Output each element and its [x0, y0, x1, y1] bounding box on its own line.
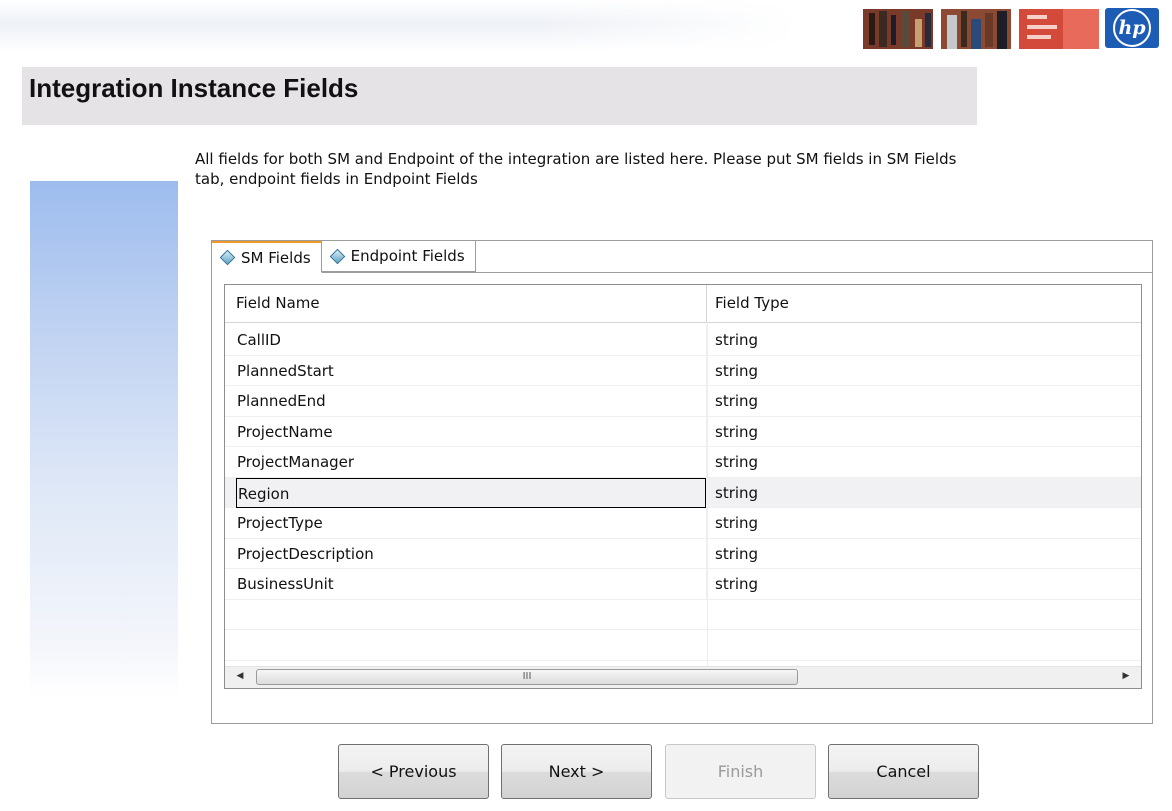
field-type-cell[interactable]: string: [707, 386, 1141, 416]
banner-photo-strip: [863, 9, 1099, 49]
field-type-cell[interactable]: string: [707, 569, 1141, 599]
finish-button[interactable]: Finish: [665, 744, 816, 799]
field-name-cell[interactable]: ProjectName: [225, 416, 707, 447]
column-header-field-type[interactable]: Field Type: [707, 285, 1141, 322]
table-row[interactable]: ProjectName string: [225, 416, 1141, 447]
field-type-cell[interactable]: string: [707, 356, 1141, 386]
tab-label: Endpoint Fields: [350, 247, 465, 265]
field-name-cell[interactable]: ProjectManager: [225, 447, 707, 477]
table-row[interactable]: ProjectManager string: [225, 447, 1141, 478]
next-button[interactable]: Next >: [501, 744, 652, 799]
field-type-cell[interactable]: string: [707, 539, 1141, 569]
description-text: All fields for both SM and Endpoint of t…: [195, 150, 957, 188]
table-row-selected[interactable]: Region string: [225, 477, 1141, 508]
tab-sm-fields[interactable]: SM Fields: [212, 241, 322, 273]
table-row[interactable]: PlannedEnd string: [225, 386, 1141, 417]
fields-table: Field Name Field Type CallID string Plan…: [224, 284, 1142, 689]
tab-bar: SM Fields Endpoint Fields: [212, 241, 476, 273]
table-row[interactable]: BusinessUnit string: [225, 569, 1141, 600]
scroll-right-arrow-icon[interactable]: ▶: [1119, 671, 1133, 681]
field-type-cell[interactable]: string: [707, 325, 1141, 355]
table-row[interactable]: ProjectType string: [225, 508, 1141, 539]
tab-endpoint-fields[interactable]: Endpoint Fields: [321, 241, 476, 272]
table-header: Field Name Field Type: [225, 285, 1141, 323]
field-name-cell[interactable]: CallID: [225, 325, 707, 355]
left-decoration-strip: [30, 181, 178, 698]
field-name-cell[interactable]: PlannedStart: [225, 355, 707, 386]
field-name-cell[interactable]: ProjectDescription: [225, 538, 707, 569]
field-name-cell[interactable]: ProjectType: [225, 508, 707, 538]
field-type-cell[interactable]: string: [707, 447, 1141, 477]
field-type-cell[interactable]: string: [707, 508, 1141, 538]
field-name-cell[interactable]: PlannedEnd: [225, 386, 707, 416]
tab-label: SM Fields: [241, 248, 311, 267]
column-header-field-name[interactable]: Field Name: [225, 285, 707, 322]
previous-button[interactable]: < Previous: [338, 744, 489, 799]
title-bar: Integration Instance Fields: [22, 67, 977, 125]
field-name-cell[interactable]: BusinessUnit: [225, 569, 707, 599]
table-row-empty: [225, 600, 1141, 630]
fields-tab-panel: SM Fields Endpoint Fields Field Name Fie…: [211, 240, 1153, 724]
diamond-icon: [219, 249, 236, 266]
table-row[interactable]: ProjectDescription string: [225, 538, 1141, 569]
cancel-button[interactable]: Cancel: [828, 744, 979, 799]
scrollbar-thumb[interactable]: III: [256, 669, 798, 685]
table-row[interactable]: CallID string: [225, 325, 1141, 356]
field-type-cell[interactable]: string: [707, 417, 1141, 447]
table-row-empty: [225, 630, 1141, 661]
horizontal-scrollbar[interactable]: ◀ III ▶: [225, 666, 1141, 688]
diamond-icon: [329, 248, 345, 264]
field-name-cell-editor[interactable]: Region: [236, 477, 706, 508]
page-title: Integration Instance Fields: [29, 73, 359, 103]
table-body: CallID string PlannedStart string Planne…: [225, 325, 1141, 661]
hp-logo: hp: [1105, 8, 1159, 48]
header-banner: [0, 0, 800, 52]
hp-logo-text: hp: [1113, 9, 1151, 47]
field-type-cell[interactable]: string: [707, 478, 1141, 508]
table-row[interactable]: PlannedStart string: [225, 355, 1141, 386]
scroll-left-arrow-icon[interactable]: ◀: [233, 671, 247, 681]
